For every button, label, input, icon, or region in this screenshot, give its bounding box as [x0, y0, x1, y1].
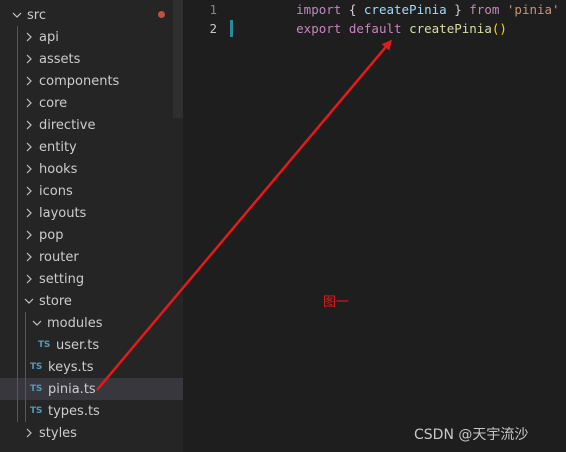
- annotation-label: 图一: [323, 295, 350, 310]
- watermark: CSDN @天宇流沙: [414, 427, 529, 443]
- annotation-arrow-icon: [96, 39, 392, 391]
